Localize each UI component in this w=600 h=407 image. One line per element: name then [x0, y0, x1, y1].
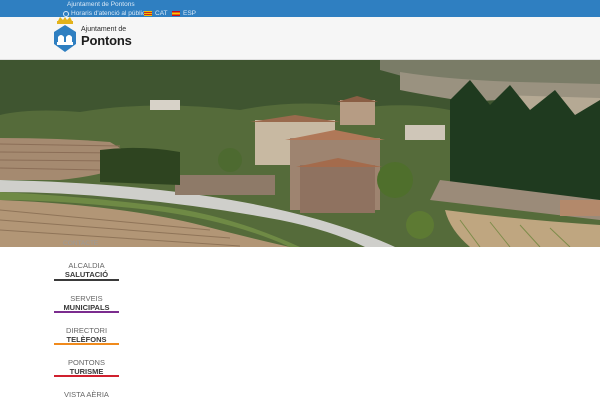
menu-item-line1: ALCALDIA [68, 261, 105, 270]
menu-item-serveis[interactable]: SERVEIS MUNICIPALS [54, 279, 119, 313]
hours-label: Horaris d'atenció al públic [71, 10, 146, 17]
hours-link[interactable]: Horaris d'atenció al públic [63, 10, 145, 17]
site-name[interactable]: Ajuntament de Pontons [67, 1, 135, 8]
spanish-flag-icon [172, 11, 180, 16]
language-cat[interactable]: CAT [144, 10, 168, 17]
logo-title: Pontons [81, 32, 132, 48]
quick-links-menu: CONTACTE ALCALDIA SALUTACIÓ SERVEIS MUNI… [54, 240, 119, 407]
home-logo-link[interactable]: Ajuntament de Pontons [53, 17, 132, 52]
menu-item-directori[interactable]: DIRECTORI TELÈFONS [54, 311, 119, 345]
menu-item-pontons[interactable]: PONTONS TURISME [54, 343, 119, 377]
menu-item-line1: SERVEIS [70, 294, 103, 303]
menu-item-line1: VISTA AÈRIA [64, 390, 109, 399]
catalan-flag-icon [144, 11, 152, 16]
menu-item-line2: SALUTACIÓ [64, 270, 109, 279]
language-cat-label: CAT [155, 10, 168, 17]
contact-label-ghost: CONTACTE [63, 240, 99, 247]
language-esp[interactable]: ESP [172, 10, 196, 17]
menu-item-alcaldia[interactable]: ALCALDIA SALUTACIÓ [54, 247, 119, 281]
coat-of-arms-icon [54, 17, 76, 52]
menu-item-line1: PONTONS [68, 358, 105, 367]
menu-item-vista-aeria[interactable]: VISTA AÈRIA [54, 375, 119, 407]
menu-item-line1: DIRECTORI [65, 326, 108, 335]
site-header: Ajuntament de Pontons [0, 17, 600, 60]
clock-icon [63, 10, 69, 17]
top-bar: Ajuntament de Pontons Horaris d'atenció … [0, 0, 600, 17]
hero-aerial-photo [0, 60, 600, 247]
aerial-village-photo [0, 60, 600, 247]
language-esp-label: ESP [183, 10, 197, 17]
